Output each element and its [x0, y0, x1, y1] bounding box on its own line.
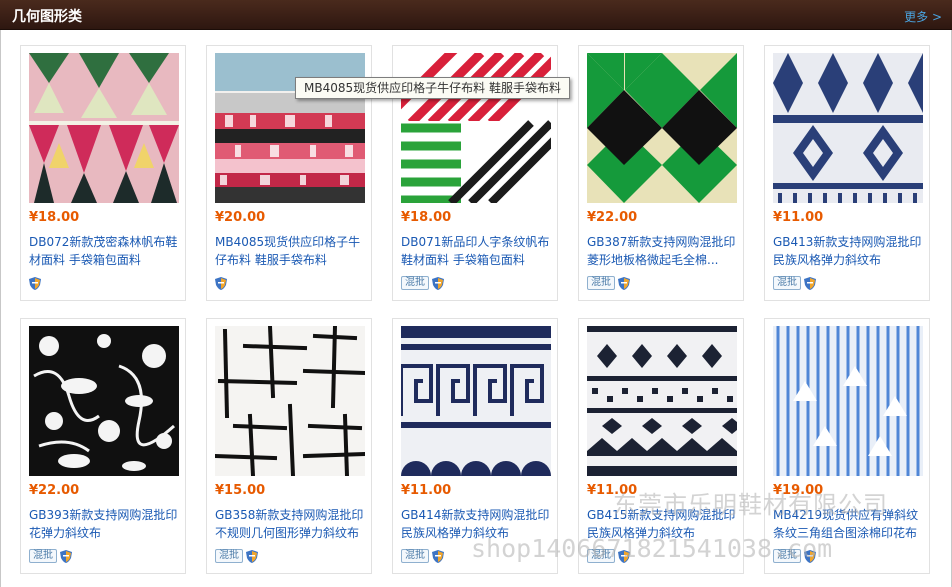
hover-tooltip: MB4085现货供应印格子牛仔布料 鞋服手袋布料 [295, 77, 570, 99]
product-price: ¥22.00 [29, 483, 80, 498]
product-title-link[interactable]: GB393新款支持网购混批印花弹力斜纹布 [29, 506, 181, 544]
watermark-url: shop1406671821541038.com [471, 534, 833, 563]
product-image[interactable] [401, 326, 551, 476]
product-price: ¥11.00 [401, 483, 452, 498]
badge-row: 混批 [401, 276, 444, 290]
product-card[interactable]: ¥11.00 GB413新款支持网购混批印民族风格弹力斜纹布 混批 [764, 45, 930, 301]
mixed-batch-badge[interactable]: 混批 [29, 549, 57, 563]
badge-row: 混批 [215, 549, 258, 563]
shield-icon[interactable] [215, 276, 227, 290]
product-image[interactable] [773, 326, 923, 476]
product-price: ¥18.00 [401, 210, 452, 225]
shield-icon[interactable] [246, 549, 258, 563]
badge-row: 混批 [587, 276, 630, 290]
product-title-link[interactable]: MB4085现货供应印格子牛仔布料 鞋服手袋布料 [215, 233, 367, 271]
shield-icon[interactable] [618, 276, 630, 290]
shield-icon[interactable] [804, 276, 816, 290]
product-image[interactable] [587, 326, 737, 476]
product-title-link[interactable]: GB358新款支持网购混批印不规则几何图形弹力斜纹布 [215, 506, 367, 544]
product-image[interactable] [215, 53, 365, 203]
product-image[interactable] [587, 53, 737, 203]
product-image[interactable] [215, 326, 365, 476]
watermark-company: 东莞市乐明鞋材有限公司 [613, 491, 888, 519]
product-price: ¥11.00 [773, 210, 824, 225]
badge-row [215, 276, 227, 290]
product-title-link[interactable]: DB072新款茂密森林帆布鞋材面料 手袋箱包面料 [29, 233, 181, 271]
shield-icon[interactable] [432, 276, 444, 290]
product-title-link[interactable]: DB071新品印人字条纹帆布鞋材面料 手袋箱包面料 [401, 233, 553, 271]
badge-row: 混批 [401, 549, 444, 563]
badge-row: 混批 [773, 276, 816, 290]
section-title: 几何图形类 [12, 9, 82, 25]
product-title-link[interactable]: GB387新款支持网购混批印菱形地板格微起毛全棉... [587, 233, 739, 271]
mixed-batch-badge[interactable]: 混批 [215, 549, 243, 563]
badge-row: 混批 [29, 549, 72, 563]
mixed-batch-badge[interactable]: 混批 [587, 276, 615, 290]
product-image[interactable] [773, 53, 923, 203]
badge-row [29, 276, 41, 290]
product-card[interactable]: ¥18.00 DB072新款茂密森林帆布鞋材面料 手袋箱包面料 [20, 45, 186, 301]
mixed-batch-badge[interactable]: 混批 [773, 276, 801, 290]
shield-icon[interactable] [60, 549, 72, 563]
more-link[interactable]: 更多 > [904, 8, 942, 25]
product-card[interactable]: ¥22.00 GB387新款支持网购混批印菱形地板格微起毛全棉... 混批 [578, 45, 744, 301]
product-image[interactable] [401, 53, 551, 203]
product-price: ¥18.00 [29, 210, 80, 225]
section-header: 几何图形类 更多 > [0, 0, 952, 30]
product-card[interactable]: ¥15.00 GB358新款支持网购混批印不规则几何图形弹力斜纹布 混批 [206, 318, 372, 574]
product-title-link[interactable]: GB413新款支持网购混批印民族风格弹力斜纹布 [773, 233, 925, 271]
product-price: ¥20.00 [215, 210, 266, 225]
product-price: ¥22.00 [587, 210, 638, 225]
product-image[interactable] [29, 326, 179, 476]
product-image[interactable] [29, 53, 179, 203]
mixed-batch-badge[interactable]: 混批 [401, 276, 429, 290]
shield-icon[interactable] [432, 549, 444, 563]
shield-icon[interactable] [29, 276, 41, 290]
product-price: ¥15.00 [215, 483, 266, 498]
product-card[interactable]: ¥22.00 GB393新款支持网购混批印花弹力斜纹布 混批 [20, 318, 186, 574]
mixed-batch-badge[interactable]: 混批 [401, 549, 429, 563]
